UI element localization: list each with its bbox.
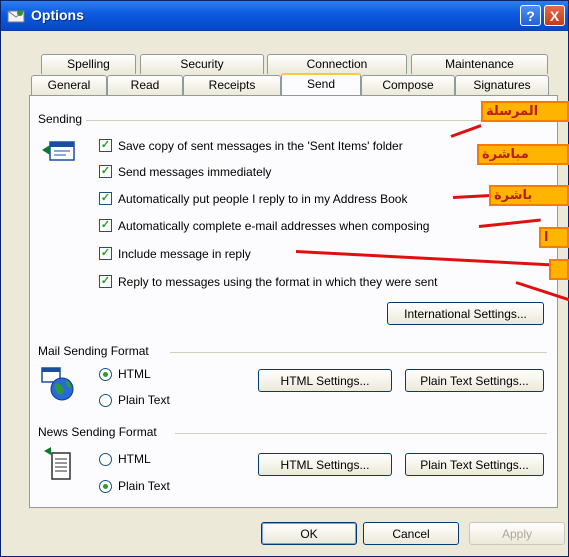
auto-address-book-label: Automatically put people I reply to in m… <box>118 192 408 206</box>
title-bar[interactable]: Options ? X <box>1 1 568 31</box>
tab-send[interactable]: Send <box>281 73 361 95</box>
tab-connection[interactable]: Connection <box>267 54 407 74</box>
help-button[interactable]: ? <box>520 5 541 26</box>
mail-plain-text-radio[interactable] <box>99 394 112 407</box>
send-immediately-label: Send messages immediately <box>118 165 272 179</box>
tab-read[interactable]: Read <box>107 75 183 95</box>
include-message-label: Include message in reply <box>118 247 251 261</box>
mail-format-group-label: Mail Sending Format <box>38 344 153 358</box>
tab-compose[interactable]: Compose <box>361 75 455 95</box>
tab-receipts[interactable]: Receipts <box>183 75 281 95</box>
outlook-envelope-icon <box>7 10 25 23</box>
mail-html-radio[interactable] <box>99 368 112 381</box>
send-immediately-checkbox[interactable]: ✓ <box>99 165 112 178</box>
mail-globe-icon <box>41 367 74 401</box>
news-document-icon <box>44 447 71 480</box>
international-settings-button[interactable]: International Settings... <box>387 302 544 325</box>
save-copy-checkbox[interactable]: ✓ <box>99 139 112 152</box>
tab-spelling[interactable]: Spelling <box>41 54 136 74</box>
news-html-label: HTML <box>118 452 151 466</box>
reply-format-label: Reply to messages using the format in wh… <box>118 275 438 289</box>
tab-general[interactable]: General <box>31 75 107 95</box>
sending-divider <box>85 120 547 121</box>
window-title: Options <box>31 7 84 23</box>
annotation-label-1: المرسلة <box>481 101 569 122</box>
cancel-button[interactable]: Cancel <box>363 522 459 545</box>
news-plain-text-radio[interactable] <box>99 480 112 493</box>
mail-html-settings-button[interactable]: HTML Settings... <box>258 369 392 392</box>
sending-group-label: Sending <box>38 112 87 126</box>
news-html-radio[interactable] <box>99 453 112 466</box>
mail-plain-text-settings-button[interactable]: Plain Text Settings... <box>405 369 544 392</box>
tab-maintenance[interactable]: Maintenance <box>411 54 548 74</box>
annotation-label-2: مباشرة <box>477 144 569 165</box>
news-plain-text-label: Plain Text <box>118 479 170 493</box>
annotation-label-4: ا <box>539 227 569 248</box>
auto-complete-checkbox[interactable]: ✓ <box>99 219 112 232</box>
send-mail-icon <box>42 141 75 161</box>
annotation-label-5 <box>549 259 569 280</box>
ok-button[interactable]: OK <box>261 522 357 545</box>
options-dialog: Options ? X Spelling Security Connection… <box>0 0 569 557</box>
news-format-divider <box>175 433 547 434</box>
mail-plain-text-label: Plain Text <box>118 393 170 407</box>
tab-signatures[interactable]: Signatures <box>455 75 549 95</box>
apply-button: Apply <box>469 522 565 545</box>
close-button[interactable]: X <box>544 5 565 26</box>
save-copy-label: Save copy of sent messages in the 'Sent … <box>118 139 403 153</box>
auto-address-book-checkbox[interactable]: ✓ <box>99 192 112 205</box>
annotation-label-3: باشرة <box>489 185 569 206</box>
news-format-group-label: News Sending Format <box>38 425 161 439</box>
mail-format-divider <box>170 352 547 353</box>
news-html-settings-button[interactable]: HTML Settings... <box>258 453 392 476</box>
news-plain-text-settings-button[interactable]: Plain Text Settings... <box>405 453 544 476</box>
reply-format-checkbox[interactable]: ✓ <box>99 275 112 288</box>
auto-complete-label: Automatically complete e-mail addresses … <box>118 219 430 233</box>
tab-security[interactable]: Security <box>140 54 264 74</box>
mail-html-label: HTML <box>118 367 151 381</box>
include-message-checkbox[interactable]: ✓ <box>99 247 112 260</box>
